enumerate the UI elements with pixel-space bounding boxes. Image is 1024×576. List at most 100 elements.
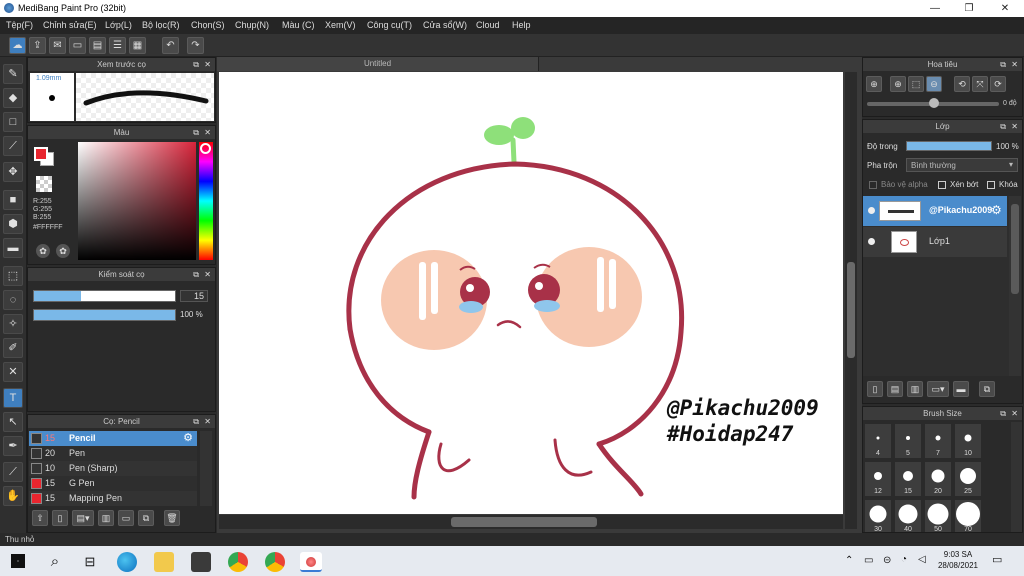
eraser-tool-icon[interactable]: ◆: [3, 88, 23, 108]
brush-opacity-slider[interactable]: [33, 309, 176, 321]
menu-view[interactable]: Xem(V): [325, 20, 356, 30]
layer-scroll-thumb[interactable]: [1011, 204, 1019, 294]
primary-color-swatch[interactable]: [34, 147, 48, 161]
menu-tools[interactable]: Công cụ(T): [367, 20, 412, 30]
bucket-tool-icon[interactable]: ⬢: [3, 214, 23, 234]
layer-row-selected[interactable]: @Pikachu2009 ⚙: [863, 196, 1007, 226]
zoom-in-icon[interactable]: ⊕: [866, 76, 882, 92]
transparent-swatch[interactable]: [36, 176, 52, 192]
layer-list-scrollbar[interactable]: [1009, 196, 1021, 376]
chat-icon[interactable]: ✉: [49, 37, 66, 54]
menu-select[interactable]: Chọn(S): [191, 20, 225, 30]
search-icon[interactable]: ⌕: [45, 552, 65, 572]
brush-menu-icon[interactable]: ▤▾: [72, 510, 94, 526]
duplicate-layer-icon[interactable]: ⧉: [979, 381, 995, 397]
gear-icon[interactable]: ⚙: [183, 431, 193, 446]
new-8bit-layer-icon[interactable]: ▥: [907, 381, 923, 397]
folder-icon[interactable]: ▭: [118, 510, 134, 526]
close-panel-icon[interactable]: ✕: [204, 126, 211, 139]
canvas-tab[interactable]: Untitled: [217, 57, 539, 71]
popout-icon[interactable]: ⧉: [193, 58, 199, 71]
close-panel-icon[interactable]: ✕: [1011, 120, 1018, 133]
select-eraser-tool-icon[interactable]: ✕: [3, 362, 23, 382]
maximize-button[interactable]: ❐: [952, 0, 986, 17]
brush-size-cell[interactable]: 15: [894, 461, 922, 497]
popout-icon[interactable]: ⧉: [193, 415, 199, 428]
brush-size-cell[interactable]: 12: [864, 461, 892, 497]
move-tool-icon[interactable]: ✥: [3, 162, 23, 182]
menu-edit[interactable]: Chỉnh sửa(E): [43, 20, 97, 30]
close-button[interactable]: ✕: [988, 0, 1022, 17]
brush-row-selected[interactable]: 15 Pencil ⚙: [29, 431, 197, 446]
chrome-profile-icon[interactable]: [265, 552, 285, 572]
brush-size-cell[interactable]: 30: [864, 499, 892, 532]
layer-opacity-slider[interactable]: [906, 141, 992, 151]
text-tool-icon[interactable]: T: [3, 388, 23, 408]
brush-size-cell[interactable]: 25: [954, 461, 982, 497]
brush-size-value[interactable]: 15: [180, 290, 208, 302]
store-icon[interactable]: [191, 552, 211, 572]
rotate-right-icon[interactable]: ⟳: [990, 76, 1006, 92]
hand-tool-icon[interactable]: ✋: [3, 486, 23, 506]
clipping-checkbox[interactable]: [938, 181, 946, 189]
new-halftone-layer-icon[interactable]: ▤: [887, 381, 903, 397]
task-view-icon[interactable]: ⊟: [80, 552, 100, 572]
gear-icon[interactable]: ⚙: [991, 203, 1002, 217]
magic-wand-tool-icon[interactable]: ✧: [3, 314, 23, 334]
share-icon[interactable]: ⇪: [29, 37, 46, 54]
popout-icon[interactable]: ⧉: [193, 268, 199, 281]
blend-mode-select[interactable]: Bình thường ▾: [906, 158, 1018, 172]
menu-window[interactable]: Cửa sổ(W): [423, 20, 467, 30]
brush-size-cell[interactable]: 4: [864, 423, 892, 459]
fit-icon[interactable]: ⬚: [908, 76, 924, 92]
select-pen-tool-icon[interactable]: ✐: [3, 338, 23, 358]
vertical-scroll-thumb[interactable]: [847, 262, 855, 358]
folder-icon[interactable]: ▬: [953, 381, 969, 397]
menu-capture[interactable]: Chụp(N): [235, 20, 269, 30]
clock-time[interactable]: 9:03 SA: [940, 550, 976, 559]
comment-icon[interactable]: ▭: [69, 37, 86, 54]
brush-tool-icon[interactable]: ✎: [3, 64, 23, 84]
network-icon[interactable]: ⊝: [883, 555, 891, 566]
rectangle-tool-icon[interactable]: □: [3, 112, 23, 132]
lock-checkbox[interactable]: [987, 181, 995, 189]
menu-cloud[interactable]: Cloud: [476, 20, 500, 30]
vertical-scrollbar[interactable]: [845, 72, 857, 529]
document-icon[interactable]: ▤: [89, 37, 106, 54]
eye-icon[interactable]: [868, 207, 875, 214]
divide-tool-icon[interactable]: ✒: [3, 436, 23, 456]
delete-brush-icon[interactable]: 🗑: [164, 510, 180, 526]
cloud-icon[interactable]: ☁: [9, 37, 26, 54]
new-layer-icon[interactable]: ▯: [867, 381, 883, 397]
menu-filter[interactable]: Bộ lọc(R): [142, 20, 180, 30]
brush-row[interactable]: 20 Pen: [29, 446, 197, 461]
lasso-tool-icon[interactable]: ◌: [3, 290, 23, 310]
saturation-value-picker[interactable]: [78, 142, 196, 260]
layer-row[interactable]: Lớp1: [863, 227, 1007, 257]
brush-size-slider[interactable]: [33, 290, 176, 302]
edge-icon[interactable]: [117, 552, 137, 572]
medibang-taskbar-icon[interactable]: [300, 552, 322, 572]
grid-icon[interactable]: ▦: [129, 37, 146, 54]
dot-tool-icon[interactable]: ⟋: [3, 136, 23, 156]
zoom-in-icon-2[interactable]: ⊕: [890, 76, 906, 92]
menu-file[interactable]: Tệp(F): [6, 20, 33, 30]
file-explorer-icon[interactable]: [154, 552, 174, 572]
notification-icon[interactable]: ▭: [992, 553, 1002, 566]
rotation-handle[interactable]: [929, 98, 939, 108]
brush-size-cell[interactable]: 20: [924, 461, 952, 497]
brush-size-cell[interactable]: 7: [924, 423, 952, 459]
protect-alpha-checkbox[interactable]: [869, 181, 877, 189]
rotate-left-icon[interactable]: ⟲: [954, 76, 970, 92]
volume-icon[interactable]: ◁: [918, 554, 926, 565]
brush-size-cell[interactable]: 70: [954, 499, 982, 532]
menu-color[interactable]: Màu (C): [282, 20, 315, 30]
popout-icon[interactable]: ⧉: [1000, 407, 1006, 420]
windows-start-icon[interactable]: [11, 554, 25, 568]
brush-list-scrollbar[interactable]: [200, 431, 212, 506]
popout-icon[interactable]: ⧉: [193, 126, 199, 139]
layer-menu-icon[interactable]: ▭▾: [927, 381, 949, 397]
brush-size-cell[interactable]: 40: [894, 499, 922, 532]
brush-settings-icon[interactable]: ▥: [98, 510, 114, 526]
close-panel-icon[interactable]: ✕: [204, 268, 211, 281]
